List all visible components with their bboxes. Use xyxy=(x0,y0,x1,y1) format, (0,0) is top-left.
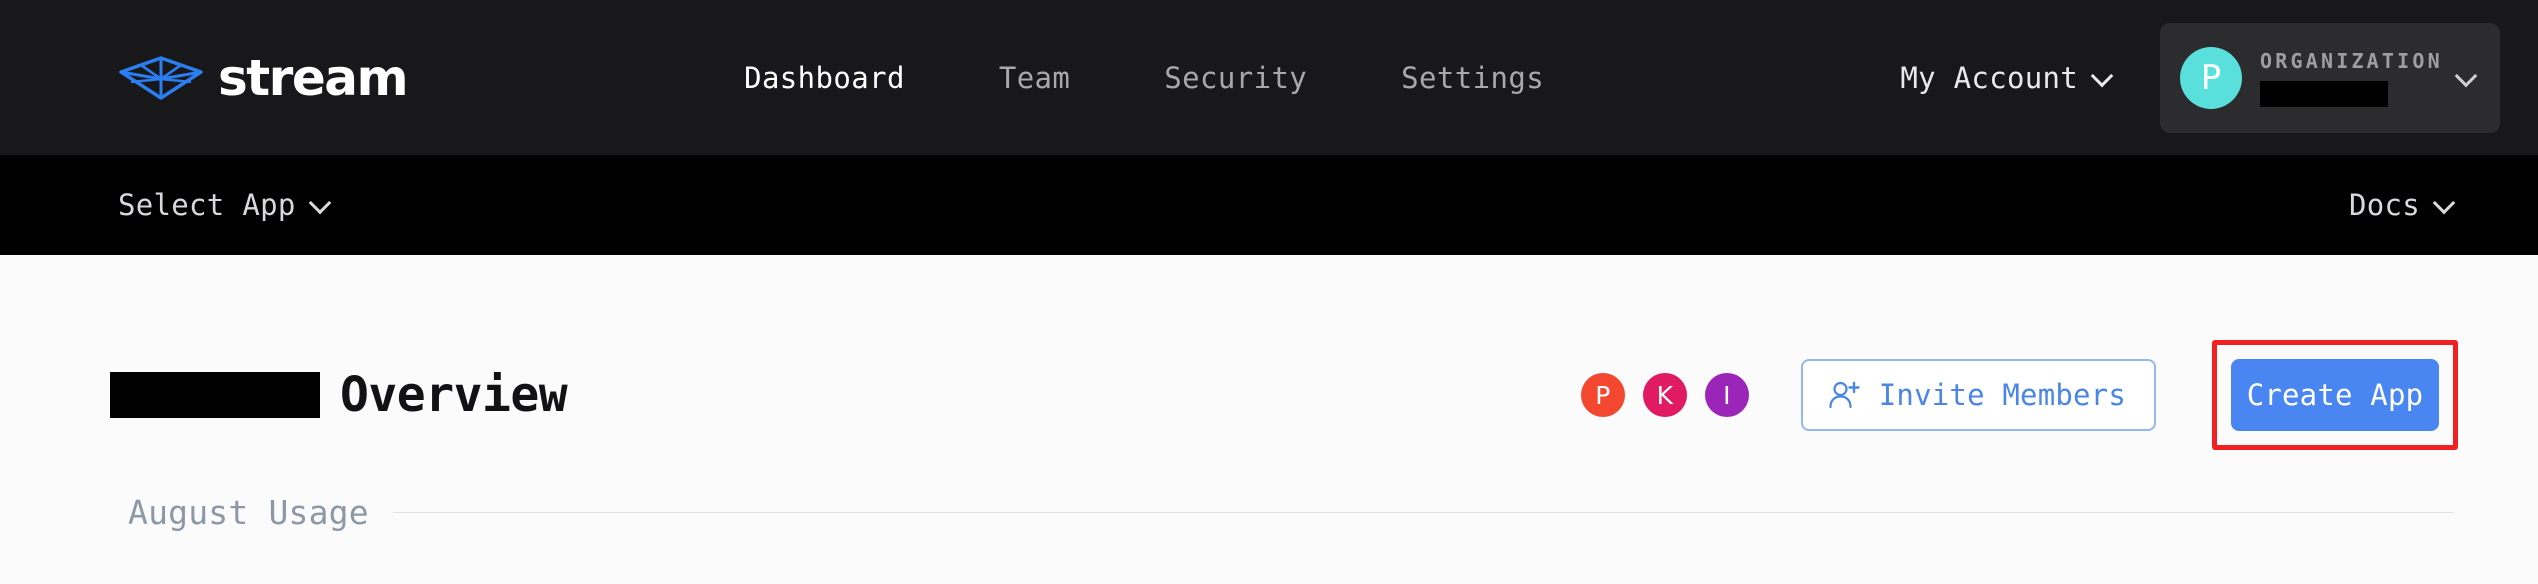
organization-avatar: P xyxy=(2180,46,2242,109)
docs-dropdown[interactable]: Docs xyxy=(2349,188,2456,222)
organization-name-redacted xyxy=(2260,80,2388,107)
organization-text: ORGANIZATION xyxy=(2260,49,2443,107)
usage-section-label: August Usage xyxy=(128,493,369,532)
page-title: Overview xyxy=(340,367,568,423)
chevron-down-icon xyxy=(2456,67,2478,89)
invite-members-button[interactable]: Invite Members xyxy=(1800,359,2156,431)
primary-nav: Dashboard Team Security Settings xyxy=(697,61,1591,95)
paper-boat-icon xyxy=(118,54,204,102)
app-selection-bar: Select App Docs xyxy=(0,155,2538,255)
select-app-dropdown[interactable]: Select App xyxy=(118,188,332,222)
nav-item-team[interactable]: Team xyxy=(952,61,1117,95)
usage-section-divider xyxy=(392,512,2454,513)
top-navigation-bar: stream Dashboard Team Security Settings … xyxy=(0,0,2538,155)
member-avatar-p[interactable]: P xyxy=(1580,373,1625,417)
page-header: Overview P K I Invite Members Create App xyxy=(0,340,2538,450)
chevron-down-icon xyxy=(310,194,332,216)
invite-members-label: Invite Members xyxy=(1878,378,2126,412)
org-name-redacted xyxy=(110,372,320,418)
create-app-highlight: Create App xyxy=(2212,340,2458,450)
organization-label: ORGANIZATION xyxy=(2260,48,2443,73)
create-app-button[interactable]: Create App xyxy=(2231,359,2439,431)
nav-item-dashboard[interactable]: Dashboard xyxy=(697,61,952,95)
nav-item-settings[interactable]: Settings xyxy=(1354,61,1591,95)
page-title-group: Overview xyxy=(110,367,568,423)
user-plus-icon xyxy=(1827,378,1861,412)
brand-wordmark: stream xyxy=(218,48,409,107)
member-avatar-k[interactable]: K xyxy=(1642,373,1687,417)
my-account-label: My Account xyxy=(1900,60,2078,95)
page-header-actions: P K I Invite Members Create App xyxy=(1580,340,2538,450)
member-avatar-i[interactable]: I xyxy=(1704,373,1749,417)
docs-label: Docs xyxy=(2348,188,2420,222)
my-account-menu[interactable]: My Account xyxy=(1900,61,2114,95)
member-avatar-group: P K I xyxy=(1580,373,1749,417)
chevron-down-icon xyxy=(2434,194,2456,216)
main-content: Overview P K I Invite Members Create App… xyxy=(0,255,2538,584)
brand-logo-link[interactable]: stream xyxy=(118,48,409,107)
chevron-down-icon xyxy=(2092,67,2114,89)
organization-switcher[interactable]: P ORGANIZATION xyxy=(2160,22,2500,133)
usage-section-header: August Usage xyxy=(0,493,2538,532)
top-right-cluster: My Account P ORGANIZATION xyxy=(1900,0,2538,155)
nav-item-security[interactable]: Security xyxy=(1117,61,1354,95)
select-app-label: Select App xyxy=(118,188,296,222)
